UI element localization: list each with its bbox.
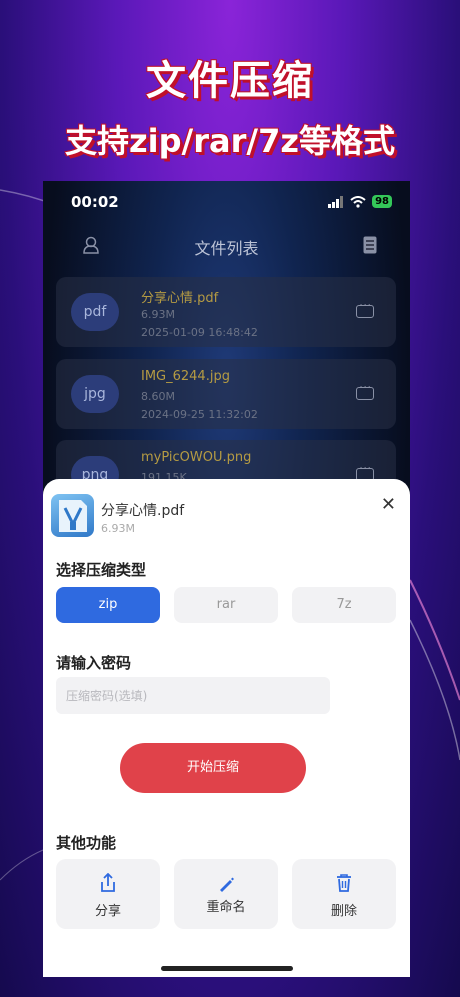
file-list-item[interactable]: pdf 分享心情.pdf 6.93M 2025-01-09 16:48:42 — [56, 277, 396, 347]
type-7z-button[interactable]: 7z — [292, 587, 396, 623]
signal-icon — [328, 195, 344, 208]
file-size: 6.93M — [141, 308, 175, 321]
other-functions-label: 其他功能 — [56, 834, 117, 852]
file-type-badge: pdf — [71, 293, 119, 331]
share-icon — [101, 873, 115, 892]
edit-icon — [220, 877, 234, 892]
password-label: 请输入密码 — [56, 654, 132, 672]
delete-button[interactable]: 删除 — [292, 859, 396, 929]
file-date: 2024-09-25 11:32:02 — [141, 408, 258, 421]
promo-title: 文件压缩 — [146, 58, 314, 104]
more-options-icon[interactable] — [356, 381, 374, 400]
home-indicator — [161, 966, 293, 971]
file-list-item[interactable]: jpg IMG_6244.jpg 8.60M 2024-09-25 11:32:… — [56, 359, 396, 429]
share-button[interactable]: 分享 — [56, 859, 160, 929]
file-name: IMG_6244.jpg — [141, 369, 230, 384]
selected-file-name: 分享心情.pdf — [101, 503, 185, 519]
document-list-icon[interactable] — [363, 236, 377, 254]
file-date: 2025-01-09 16:48:42 — [141, 326, 258, 339]
rename-label: 重命名 — [206, 900, 246, 915]
rename-button[interactable]: 重命名 — [174, 859, 278, 929]
file-name: myPicOWOU.png — [141, 450, 252, 465]
promo-subtitle: 支持zip/rar/7z等格式 — [65, 122, 395, 160]
trash-icon — [337, 874, 351, 892]
start-compress-button[interactable]: 开始压缩 — [120, 743, 306, 793]
file-type-badge: jpg — [71, 375, 119, 413]
page-title: 文件列表 — [194, 239, 259, 258]
status-time: 00:02 — [71, 193, 119, 211]
share-label: 分享 — [94, 904, 121, 919]
status-bar: 00:02 98 — [71, 193, 392, 213]
compress-bottom-sheet: 分享心情.pdf 6.93M ✕ 选择压缩类型 zip rar 7z 请输入密码… — [43, 479, 410, 977]
password-input[interactable] — [56, 677, 330, 714]
type-rar-button[interactable]: rar — [174, 587, 278, 623]
selected-file-size: 6.93M — [101, 522, 135, 535]
nav-bar: 文件列表 — [43, 231, 410, 261]
battery-icon: 98 — [372, 195, 392, 208]
type-zip-button[interactable]: zip — [56, 587, 160, 623]
more-options-icon[interactable] — [356, 299, 374, 318]
zip-file-icon — [51, 494, 94, 537]
delete-label: 删除 — [330, 904, 357, 919]
compress-type-label: 选择压缩类型 — [56, 561, 147, 579]
file-name: 分享心情.pdf — [141, 291, 219, 306]
wifi-icon — [350, 195, 366, 208]
close-icon[interactable]: ✕ — [381, 494, 396, 515]
file-size: 8.60M — [141, 390, 175, 403]
